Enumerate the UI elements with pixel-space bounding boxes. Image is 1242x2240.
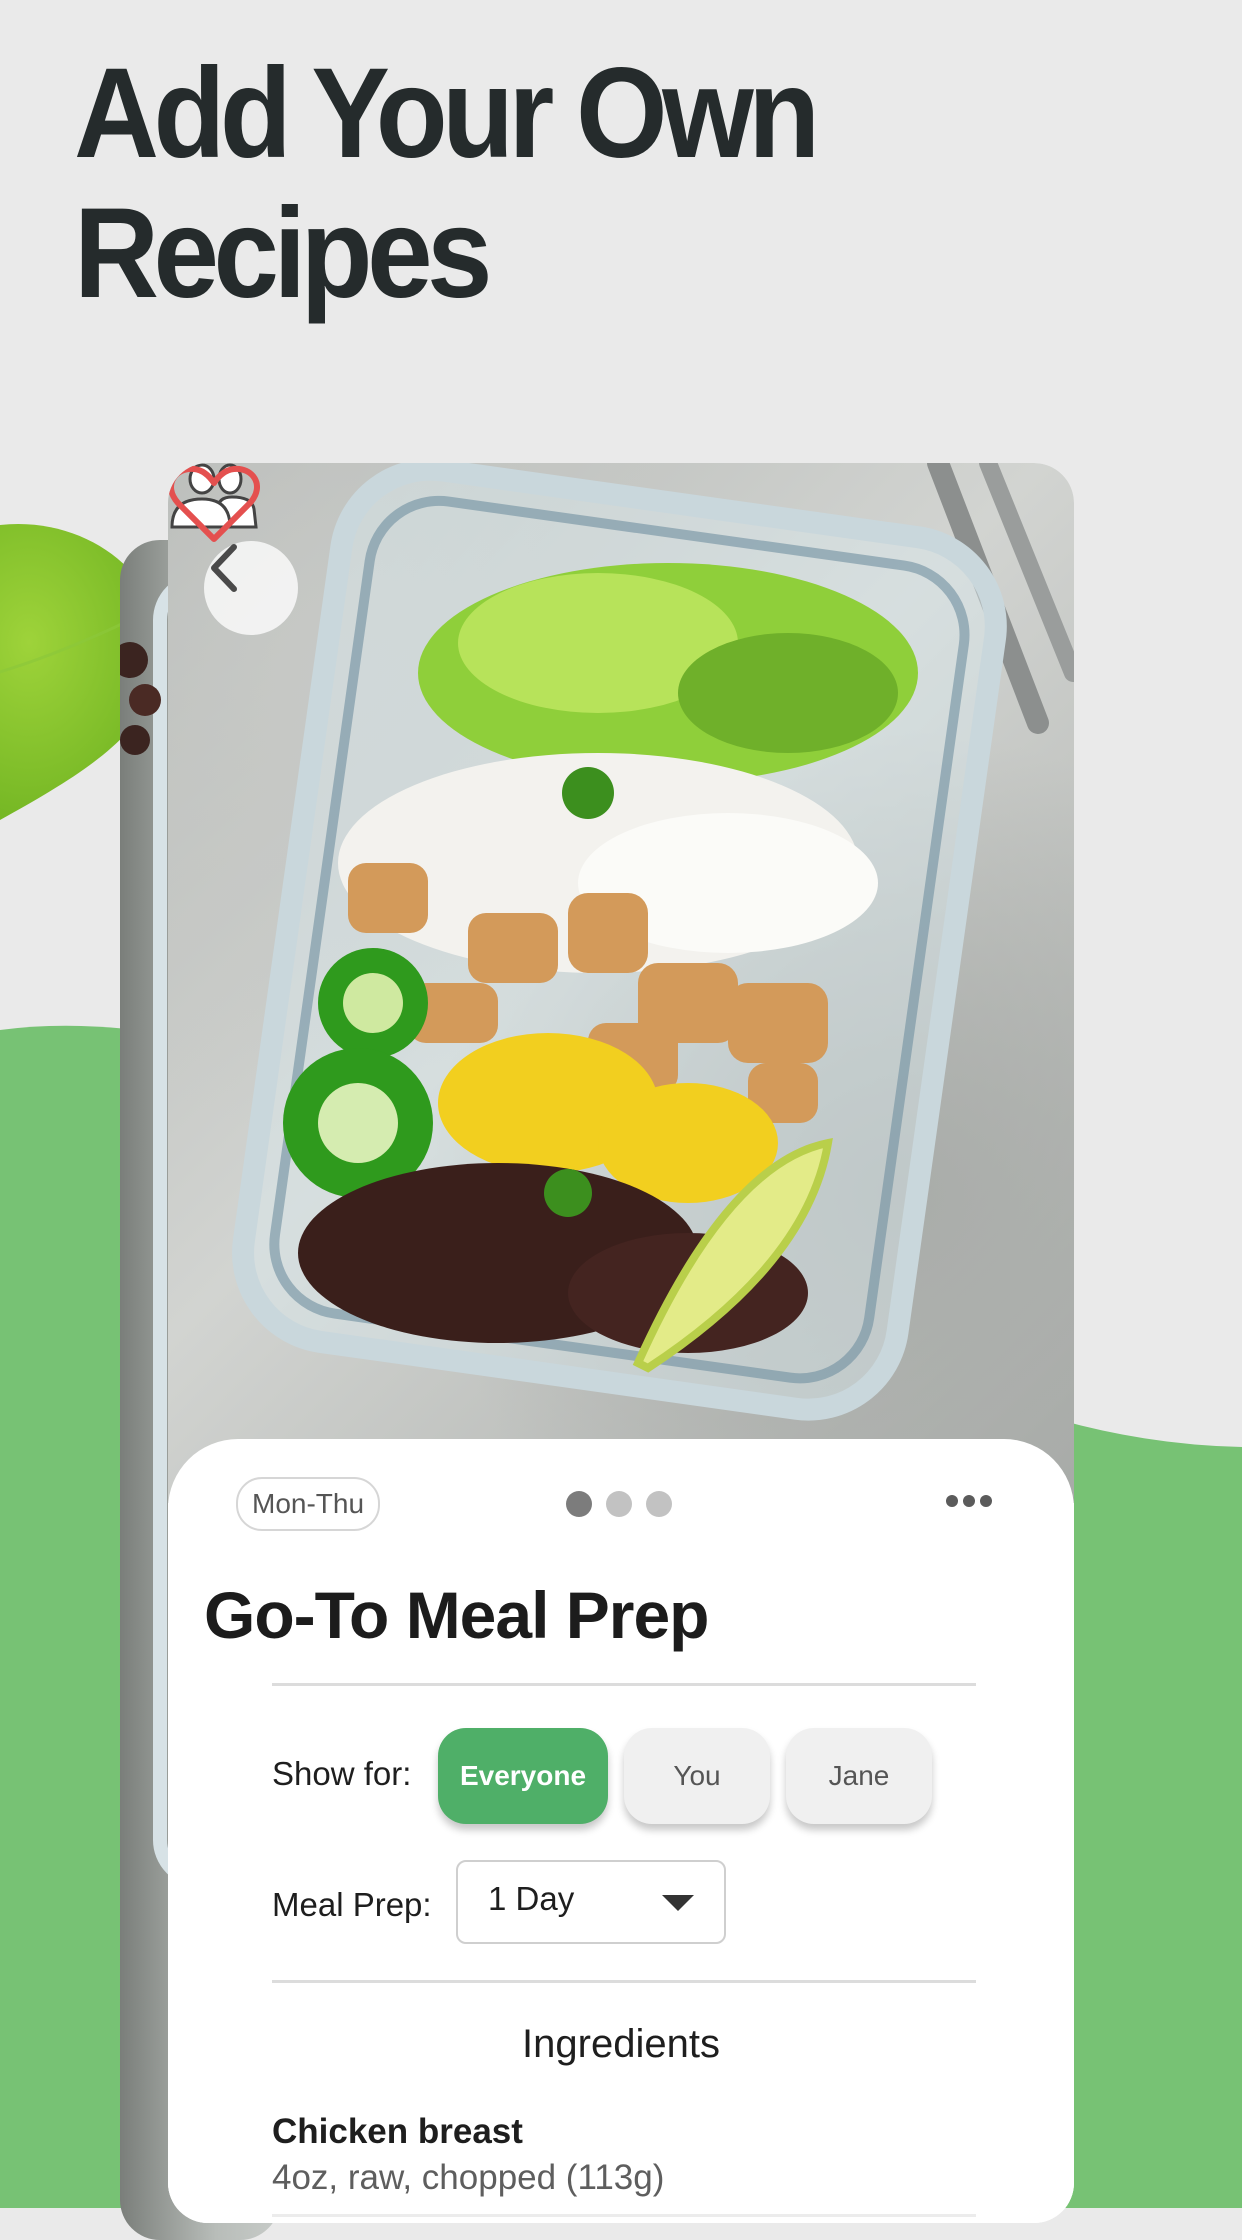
more-dot: [963, 1495, 975, 1507]
page-indicator: [566, 1491, 672, 1517]
day-range-chip[interactable]: Mon-Thu: [236, 1477, 381, 1531]
recipe-details-sheet: Mon-Thu Go-To Meal Prep Show for: Everyo…: [168, 1439, 1074, 2223]
more-options-button[interactable]: [940, 1489, 998, 1513]
page-dot-2[interactable]: [606, 1491, 632, 1517]
show-for-jane-button[interactable]: Jane: [786, 1728, 932, 1824]
heart-outline-icon[interactable]: [168, 463, 260, 545]
chevron-left-icon: [211, 544, 237, 592]
divider: [272, 2214, 976, 2217]
divider: [272, 1683, 976, 1686]
show-for-label: Show for:: [272, 1755, 412, 1792]
page-dot-3[interactable]: [646, 1491, 672, 1517]
headline-line-1: Add Your Own: [74, 42, 820, 185]
ingredient-item[interactable]: Chicken breast 4oz, raw, chopped (113g): [272, 2109, 976, 2201]
caret-down-icon: [662, 1895, 694, 1911]
page-headline: Add Your Own Recipes: [74, 42, 820, 325]
page-dot-1[interactable]: [566, 1491, 592, 1517]
headline-line-2: Recipes: [74, 182, 493, 325]
divider: [272, 1980, 976, 1983]
back-button[interactable]: [204, 541, 298, 635]
ingredient-detail: 4oz, raw, chopped (113g): [272, 2158, 665, 2197]
meal-prep-label: Meal Prep:: [272, 1886, 432, 1923]
meal-prep-select[interactable]: 1 Day: [456, 1860, 726, 1944]
meal-prep-value: 1 Day: [488, 1880, 575, 1917]
recipe-card: Mon-Thu Go-To Meal Prep Show for: Everyo…: [168, 463, 1074, 2223]
recipe-photo: [168, 463, 1074, 1503]
recipe-title: Go-To Meal Prep: [204, 1578, 709, 1652]
ingredients-heading: Ingredients: [522, 2022, 720, 2066]
show-for-everyone-button[interactable]: Everyone: [438, 1728, 608, 1824]
more-horizontal-icon: [946, 1495, 958, 1507]
show-for-you-button[interactable]: You: [624, 1728, 770, 1824]
ingredient-name: Chicken breast: [272, 2112, 523, 2151]
more-dot: [980, 1495, 992, 1507]
